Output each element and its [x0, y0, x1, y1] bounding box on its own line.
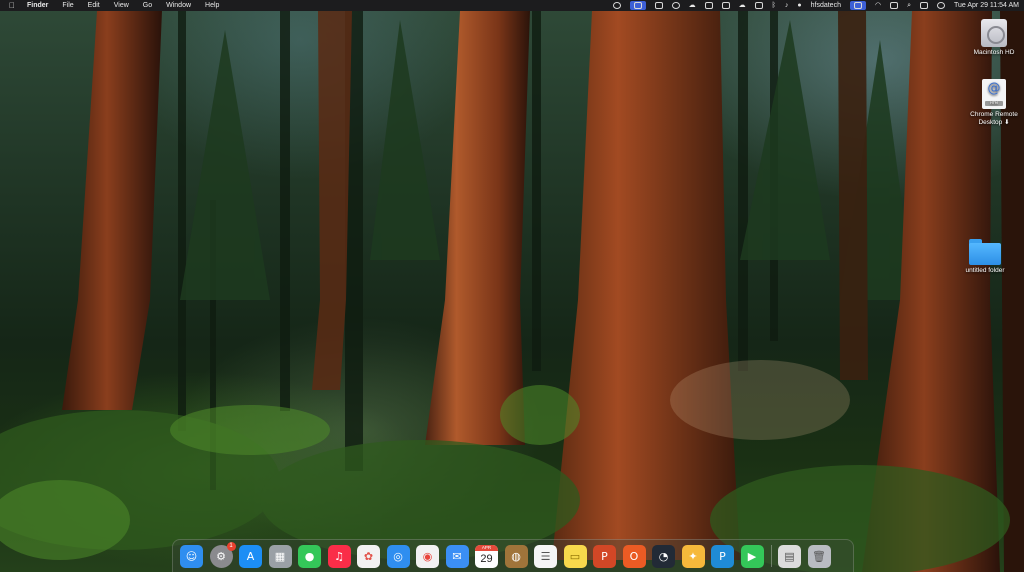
- wifi-icon[interactable]: ◠: [875, 0, 881, 11]
- bluetooth-icon[interactable]: ᛒ: [772, 0, 776, 11]
- calendar-icon[interactable]: APR 29: [475, 544, 498, 568]
- battery-icon[interactable]: [890, 2, 899, 9]
- record-status-icon[interactable]: [671, 2, 680, 9]
- document-type-tag: HTM: [985, 101, 1003, 106]
- desktop-icon-chrome-remote-desktop[interactable]: @ HTM Chrome Remote Desktop ⬇: [964, 79, 1024, 127]
- lock-status-icon[interactable]: [754, 2, 763, 9]
- user-account-icon[interactable]: ●: [797, 0, 801, 11]
- creative-cloud-icon[interactable]: ☁: [739, 0, 746, 11]
- desktop-icon-untitled-folder[interactable]: untitled folder: [955, 239, 1015, 275]
- downloads-stack-icon[interactable]: ▤: [778, 544, 801, 568]
- menu-clock[interactable]: Tue Apr 29 11:54 AM: [954, 0, 1019, 11]
- trash-icon[interactable]: 🗑: [807, 544, 831, 568]
- desktop-wallpaper: [0, 0, 1024, 572]
- user-name-label[interactable]: hfsdatech: [811, 0, 841, 11]
- hard-drive-icon: [981, 19, 1007, 47]
- headphones-icon[interactable]: ♪: [785, 0, 789, 11]
- notebook-icon[interactable]: ◍: [504, 544, 528, 568]
- system-settings-icon[interactable]: ⚙ 1: [209, 541, 236, 568]
- menu-file[interactable]: File: [62, 0, 73, 11]
- screen-share-status-icon[interactable]: [629, 1, 646, 10]
- menu-bar:  Finder File Edit View Go Window Help ☁…: [0, 0, 1024, 11]
- notes-icon[interactable]: ▭: [563, 544, 587, 568]
- parallels-icon[interactable]: P: [711, 544, 734, 568]
- notification-badge: 1: [226, 541, 236, 551]
- desktop-icon-macintosh-hd[interactable]: Macintosh HD: [964, 19, 1024, 57]
- finder-icon[interactable]: ☺: [180, 544, 203, 568]
- menu-window[interactable]: Window: [166, 0, 191, 11]
- spotlight-search-icon[interactable]: ⌕: [907, 0, 911, 11]
- app-store-icon[interactable]: A: [239, 544, 262, 568]
- desktop-icon-label: Chrome Remote Desktop ⬇: [970, 111, 1018, 126]
- powerpoint-icon[interactable]: P: [593, 544, 616, 568]
- menu-help[interactable]: Help: [205, 0, 219, 11]
- siri-icon[interactable]: [937, 2, 945, 9]
- clipboard-status-icon[interactable]: [654, 2, 663, 9]
- display-status-icon[interactable]: [704, 2, 713, 9]
- desktop-icon-label: Macintosh HD: [973, 49, 1015, 56]
- calendar-day: 29: [480, 552, 493, 565]
- desktop-icon-label: untitled folder: [965, 267, 1005, 274]
- window-switcher-icon[interactable]: [849, 1, 866, 10]
- tips-icon[interactable]: ✦: [681, 544, 705, 568]
- menu-go[interactable]: Go: [143, 0, 152, 11]
- control-center-icon[interactable]: [920, 2, 928, 9]
- document-glyph: @: [987, 81, 1001, 96]
- menu-extra-icon[interactable]: [721, 2, 730, 9]
- chrome-icon[interactable]: ◉: [416, 544, 439, 568]
- forest-wallpaper-image: [0, 11, 1024, 572]
- dock: ☺ ⚙ 1 A ▦ ● ♫ ✿ ◎ ◉ ✉ APR 29 ◍ ☰ ▭ P O ◔ …: [172, 539, 854, 572]
- messages-icon[interactable]: ●: [298, 544, 321, 568]
- office-icon[interactable]: O: [622, 544, 646, 568]
- activity-monitor-icon[interactable]: ◔: [652, 544, 675, 568]
- apple-logo-icon[interactable]: : [9, 0, 15, 11]
- chatgpt-status-icon[interactable]: [612, 2, 621, 9]
- launchpad-icon[interactable]: ▦: [268, 544, 292, 568]
- photos-icon[interactable]: ✿: [357, 544, 380, 568]
- mail-icon[interactable]: ✉: [445, 544, 469, 568]
- webloc-document-icon: @ HTM: [982, 79, 1006, 109]
- reminders-icon[interactable]: ☰: [534, 544, 557, 568]
- cloud-status-icon[interactable]: ☁: [689, 0, 696, 11]
- menu-edit[interactable]: Edit: [88, 0, 100, 11]
- dock-separator: [771, 545, 772, 567]
- menu-view[interactable]: View: [114, 0, 129, 11]
- menu-app-name[interactable]: Finder: [27, 0, 48, 11]
- music-icon[interactable]: ♫: [327, 544, 351, 568]
- folder-icon: [969, 239, 1001, 265]
- facetime-icon[interactable]: ▶: [740, 544, 764, 568]
- safari-icon[interactable]: ◎: [386, 544, 410, 568]
